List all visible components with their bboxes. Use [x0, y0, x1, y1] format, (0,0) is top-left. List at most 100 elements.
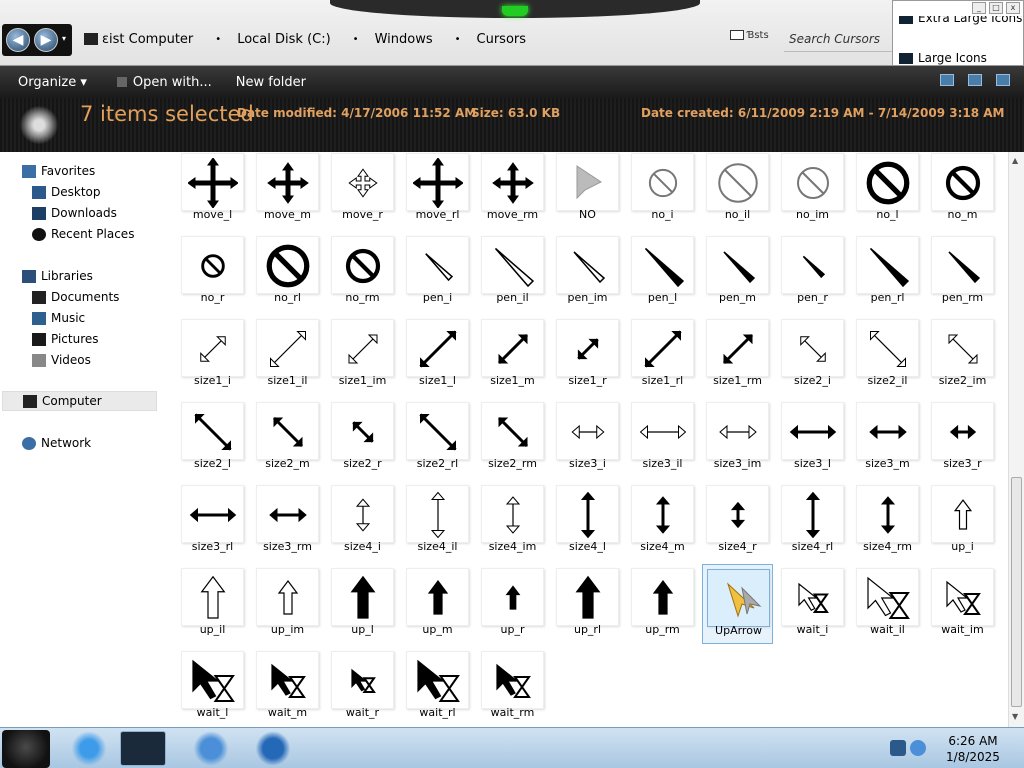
- nav-network[interactable]: Network: [22, 433, 91, 453]
- file-item[interactable]: UpArrow: [702, 564, 773, 644]
- breadcrumb-cursors[interactable]: Cursors: [471, 29, 533, 50]
- internet-explorer-icon[interactable]: [66, 731, 112, 766]
- file-item[interactable]: size1_im: [327, 315, 398, 395]
- back-button[interactable]: ◀: [6, 28, 30, 52]
- network-tray-icon[interactable]: [890, 740, 906, 756]
- file-item[interactable]: size1_r: [552, 315, 623, 395]
- file-item[interactable]: size3_m: [852, 398, 923, 478]
- recent-pages-chevron-icon[interactable]: ▾: [62, 34, 66, 43]
- file-item[interactable]: size2_i: [777, 315, 848, 395]
- file-item[interactable]: size3_rl: [177, 481, 248, 561]
- file-item[interactable]: up_rl: [552, 564, 623, 644]
- file-item[interactable]: size1_l: [402, 315, 473, 395]
- help-icon[interactable]: [996, 74, 1010, 86]
- file-item[interactable]: wait_m: [252, 647, 323, 727]
- file-item[interactable]: move_rm: [477, 152, 548, 229]
- file-item[interactable]: wait_i: [777, 564, 848, 644]
- file-item[interactable]: wait_im: [927, 564, 998, 644]
- close-button[interactable]: x: [1006, 2, 1020, 14]
- file-item[interactable]: size4_rm: [852, 481, 923, 561]
- forward-button[interactable]: ▶: [34, 28, 58, 52]
- file-item[interactable]: no_i: [627, 152, 698, 229]
- file-item[interactable]: up_r: [477, 564, 548, 644]
- new-folder-button[interactable]: New folder: [224, 75, 318, 90]
- open-with-button[interactable]: Open with...: [105, 75, 224, 90]
- file-item[interactable]: up_rm: [627, 564, 698, 644]
- file-item[interactable]: pen_i: [402, 232, 473, 312]
- file-item[interactable]: wait_r: [327, 647, 398, 727]
- nav-documents[interactable]: Documents: [32, 287, 119, 307]
- app-icon[interactable]: [250, 731, 296, 766]
- breadcrumb-computer[interactable]: ɛist Computer: [78, 29, 199, 50]
- file-item[interactable]: up_im: [252, 564, 323, 644]
- scrollbar-thumb[interactable]: [1011, 477, 1022, 707]
- file-item[interactable]: NO: [552, 152, 623, 229]
- file-item[interactable]: no_im: [777, 152, 848, 229]
- nav-computer[interactable]: Computer: [2, 391, 157, 411]
- file-item[interactable]: no_rl: [252, 232, 323, 312]
- file-item[interactable]: pen_rm: [927, 232, 998, 312]
- file-item[interactable]: size1_rl: [627, 315, 698, 395]
- file-item[interactable]: size4_il: [402, 481, 473, 561]
- nav-favorites[interactable]: Favorites: [22, 161, 95, 181]
- volume-tray-icon[interactable]: [910, 740, 926, 756]
- file-item[interactable]: wait_rm: [477, 647, 548, 727]
- maximize-button[interactable]: □: [989, 2, 1003, 14]
- breadcrumb-windows[interactable]: Windows: [369, 29, 439, 50]
- file-item[interactable]: size2_il: [852, 315, 923, 395]
- file-item[interactable]: size4_l: [552, 481, 623, 561]
- file-item[interactable]: up_il: [177, 564, 248, 644]
- file-item[interactable]: up_l: [327, 564, 398, 644]
- view-menu-item-large[interactable]: Large Icons: [899, 51, 987, 65]
- file-item[interactable]: up_m: [402, 564, 473, 644]
- file-item[interactable]: size4_m: [627, 481, 698, 561]
- nav-recent-places[interactable]: Recent Places: [32, 224, 134, 244]
- file-item[interactable]: size1_m: [477, 315, 548, 395]
- file-item[interactable]: size4_rl: [777, 481, 848, 561]
- file-item[interactable]: size4_im: [477, 481, 548, 561]
- nav-downloads[interactable]: Downloads: [32, 203, 117, 223]
- file-item[interactable]: no_l: [852, 152, 923, 229]
- file-item[interactable]: no_m: [927, 152, 998, 229]
- file-item[interactable]: size3_l: [777, 398, 848, 478]
- file-item[interactable]: size1_i: [177, 315, 248, 395]
- breadcrumb-local-disk[interactable]: Local Disk (C:): [231, 29, 336, 50]
- explorer-taskbar-button[interactable]: [120, 731, 166, 766]
- nav-libraries[interactable]: Libraries: [22, 266, 93, 286]
- nav-pictures[interactable]: Pictures: [32, 329, 99, 349]
- scroll-down-icon[interactable]: ▼: [1012, 712, 1018, 721]
- file-item[interactable]: pen_m: [702, 232, 773, 312]
- nav-music[interactable]: Music: [32, 308, 85, 328]
- clock[interactable]: 6:26 AM 1/8/2025: [938, 733, 1008, 765]
- media-player-icon[interactable]: [188, 731, 234, 766]
- file-item[interactable]: no_r: [177, 232, 248, 312]
- file-item[interactable]: wait_l: [177, 647, 248, 727]
- file-item[interactable]: size3_il: [627, 398, 698, 478]
- file-item[interactable]: pen_il: [477, 232, 548, 312]
- file-item[interactable]: size3_rm: [252, 481, 323, 561]
- nav-videos[interactable]: Videos: [32, 350, 91, 370]
- file-item[interactable]: size4_r: [702, 481, 773, 561]
- minimize-button[interactable]: _: [972, 2, 986, 14]
- change-view-icon[interactable]: [940, 74, 954, 86]
- file-item[interactable]: size3_im: [702, 398, 773, 478]
- file-item[interactable]: size2_rl: [402, 398, 473, 478]
- file-item[interactable]: size4_i: [327, 481, 398, 561]
- file-item[interactable]: size1_rm: [702, 315, 773, 395]
- breadcrumb-separator[interactable]: •: [353, 34, 359, 45]
- file-item[interactable]: size3_r: [927, 398, 998, 478]
- file-item[interactable]: pen_rl: [852, 232, 923, 312]
- file-item[interactable]: size2_rm: [477, 398, 548, 478]
- organize-button[interactable]: Organize ▾: [6, 75, 99, 90]
- file-item[interactable]: pen_im: [552, 232, 623, 312]
- file-item[interactable]: move_l: [177, 152, 248, 229]
- file-item[interactable]: pen_l: [627, 232, 698, 312]
- breadcrumb-separator[interactable]: •: [455, 34, 461, 45]
- file-item[interactable]: size2_im: [927, 315, 998, 395]
- file-item[interactable]: move_r: [327, 152, 398, 229]
- file-item[interactable]: move_rl: [402, 152, 473, 229]
- file-item[interactable]: move_m: [252, 152, 323, 229]
- scroll-up-icon[interactable]: ▲: [1012, 156, 1018, 165]
- breadcrumb-separator[interactable]: •: [215, 34, 221, 45]
- refresh-button[interactable]: Ɓsts: [730, 30, 770, 48]
